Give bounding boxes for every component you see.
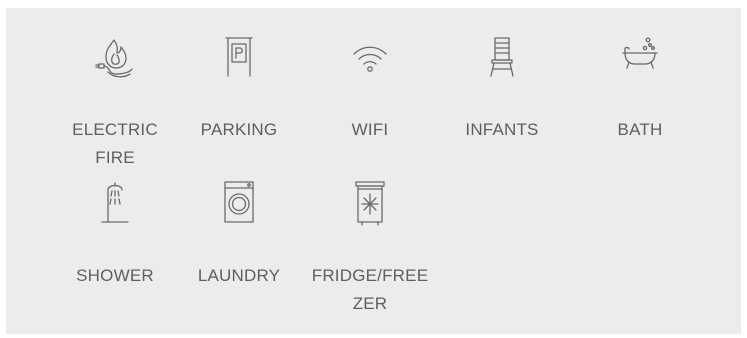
fridge-freezer-icon bbox=[308, 180, 432, 230]
amenities-panel: ELECTRIC FIRE PARKING WIFI INFANTS BATH … bbox=[6, 8, 741, 334]
amenity-label: ELECTRIC FIRE bbox=[72, 120, 158, 167]
amenity-label: SHOWER bbox=[76, 266, 154, 285]
high-chair-icon bbox=[440, 34, 564, 84]
amenity-label: LAUNDRY bbox=[197, 266, 281, 285]
amenity-label: INFANTS bbox=[465, 120, 539, 139]
shower-icon bbox=[53, 180, 177, 230]
bathtub-icon bbox=[578, 34, 702, 84]
wifi-icon bbox=[308, 34, 432, 84]
electric-fire-icon bbox=[53, 34, 177, 84]
amenity-label: FRIDGE/FREE ZER bbox=[311, 266, 429, 313]
washing-machine-icon bbox=[177, 180, 301, 230]
amenity-label: WIFI bbox=[351, 120, 389, 139]
parking-icon bbox=[177, 34, 301, 84]
amenity-label: BATH bbox=[617, 120, 663, 139]
amenity-label: PARKING bbox=[200, 120, 278, 139]
